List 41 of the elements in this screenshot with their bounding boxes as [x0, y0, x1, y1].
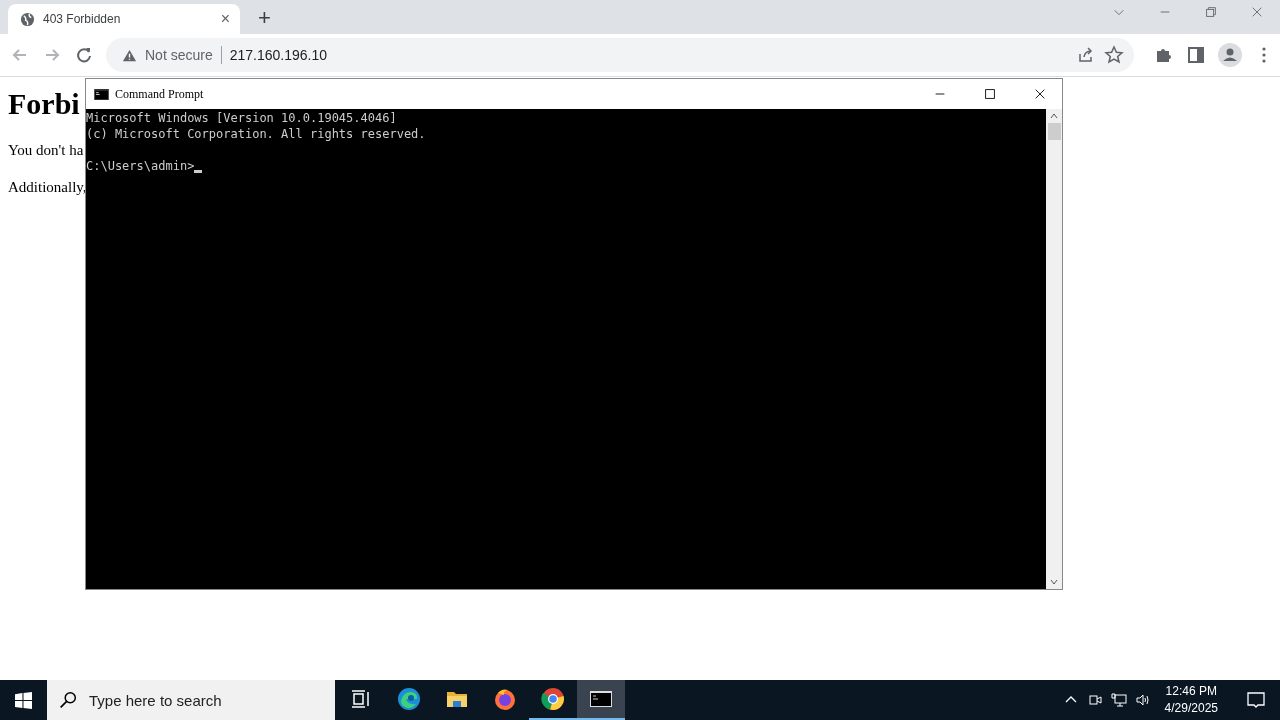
globe-icon — [20, 11, 35, 27]
reload-icon[interactable] — [74, 45, 94, 65]
text-cursor — [194, 170, 203, 173]
side-panel-icon[interactable] — [1186, 45, 1206, 65]
page-paragraph: You don't ha — [8, 142, 85, 159]
security-label: Not secure — [145, 47, 213, 63]
star-icon[interactable] — [1104, 45, 1124, 65]
address-bar[interactable]: Not secure 217.160.196.10 — [106, 38, 1134, 72]
profile-icon[interactable] — [1218, 43, 1242, 67]
search-icon — [59, 691, 77, 709]
speaker-icon[interactable] — [1134, 692, 1151, 708]
camera-icon[interactable] — [1086, 692, 1103, 708]
browser-tab[interactable]: 403 Forbidden × — [8, 4, 240, 34]
clock-date: 4/29/2025 — [1164, 700, 1218, 717]
new-tab-button[interactable]: + — [258, 5, 271, 31]
console-taskbar-button[interactable] — [577, 680, 625, 720]
browser-icon — [397, 687, 421, 711]
console-line: Microsoft Windows [Version 10.0.19045.4046] — [86, 110, 397, 126]
windows-start-icon[interactable] — [15, 691, 32, 709]
clock-time: 12:46 PM — [1165, 683, 1217, 700]
fox-browser-icon — [493, 687, 517, 711]
search-placeholder: Type here to search — [89, 691, 222, 709]
page-paragraph: Additionally, — [8, 179, 88, 196]
restore-icon[interactable] — [1204, 5, 1218, 19]
page-heading: Forbi — [8, 87, 80, 121]
window-title: Command Prompt — [115, 86, 204, 102]
scroll-thumb[interactable] — [1047, 123, 1061, 140]
notification-icon[interactable] — [1246, 690, 1266, 710]
search-field[interactable]: Type here to search — [47, 680, 335, 720]
close-tab-button[interactable]: × — [220, 10, 230, 28]
warning-icon — [122, 47, 137, 63]
console-icon — [94, 88, 109, 100]
close-icon[interactable] — [1033, 87, 1047, 101]
console-prompt: C:\Users\admin> — [86, 158, 195, 174]
chrome-browser-icon — [541, 687, 565, 711]
scrollbar[interactable] — [1046, 109, 1062, 589]
network-icon[interactable] — [1110, 692, 1127, 708]
tab-title: 403 Forbidden — [43, 12, 122, 26]
url-text: 217.160.196.10 — [229, 47, 328, 63]
console-line: (c) Microsoft Corporation. All rights reserved. — [86, 126, 426, 142]
maximize-icon[interactable] — [983, 87, 997, 101]
